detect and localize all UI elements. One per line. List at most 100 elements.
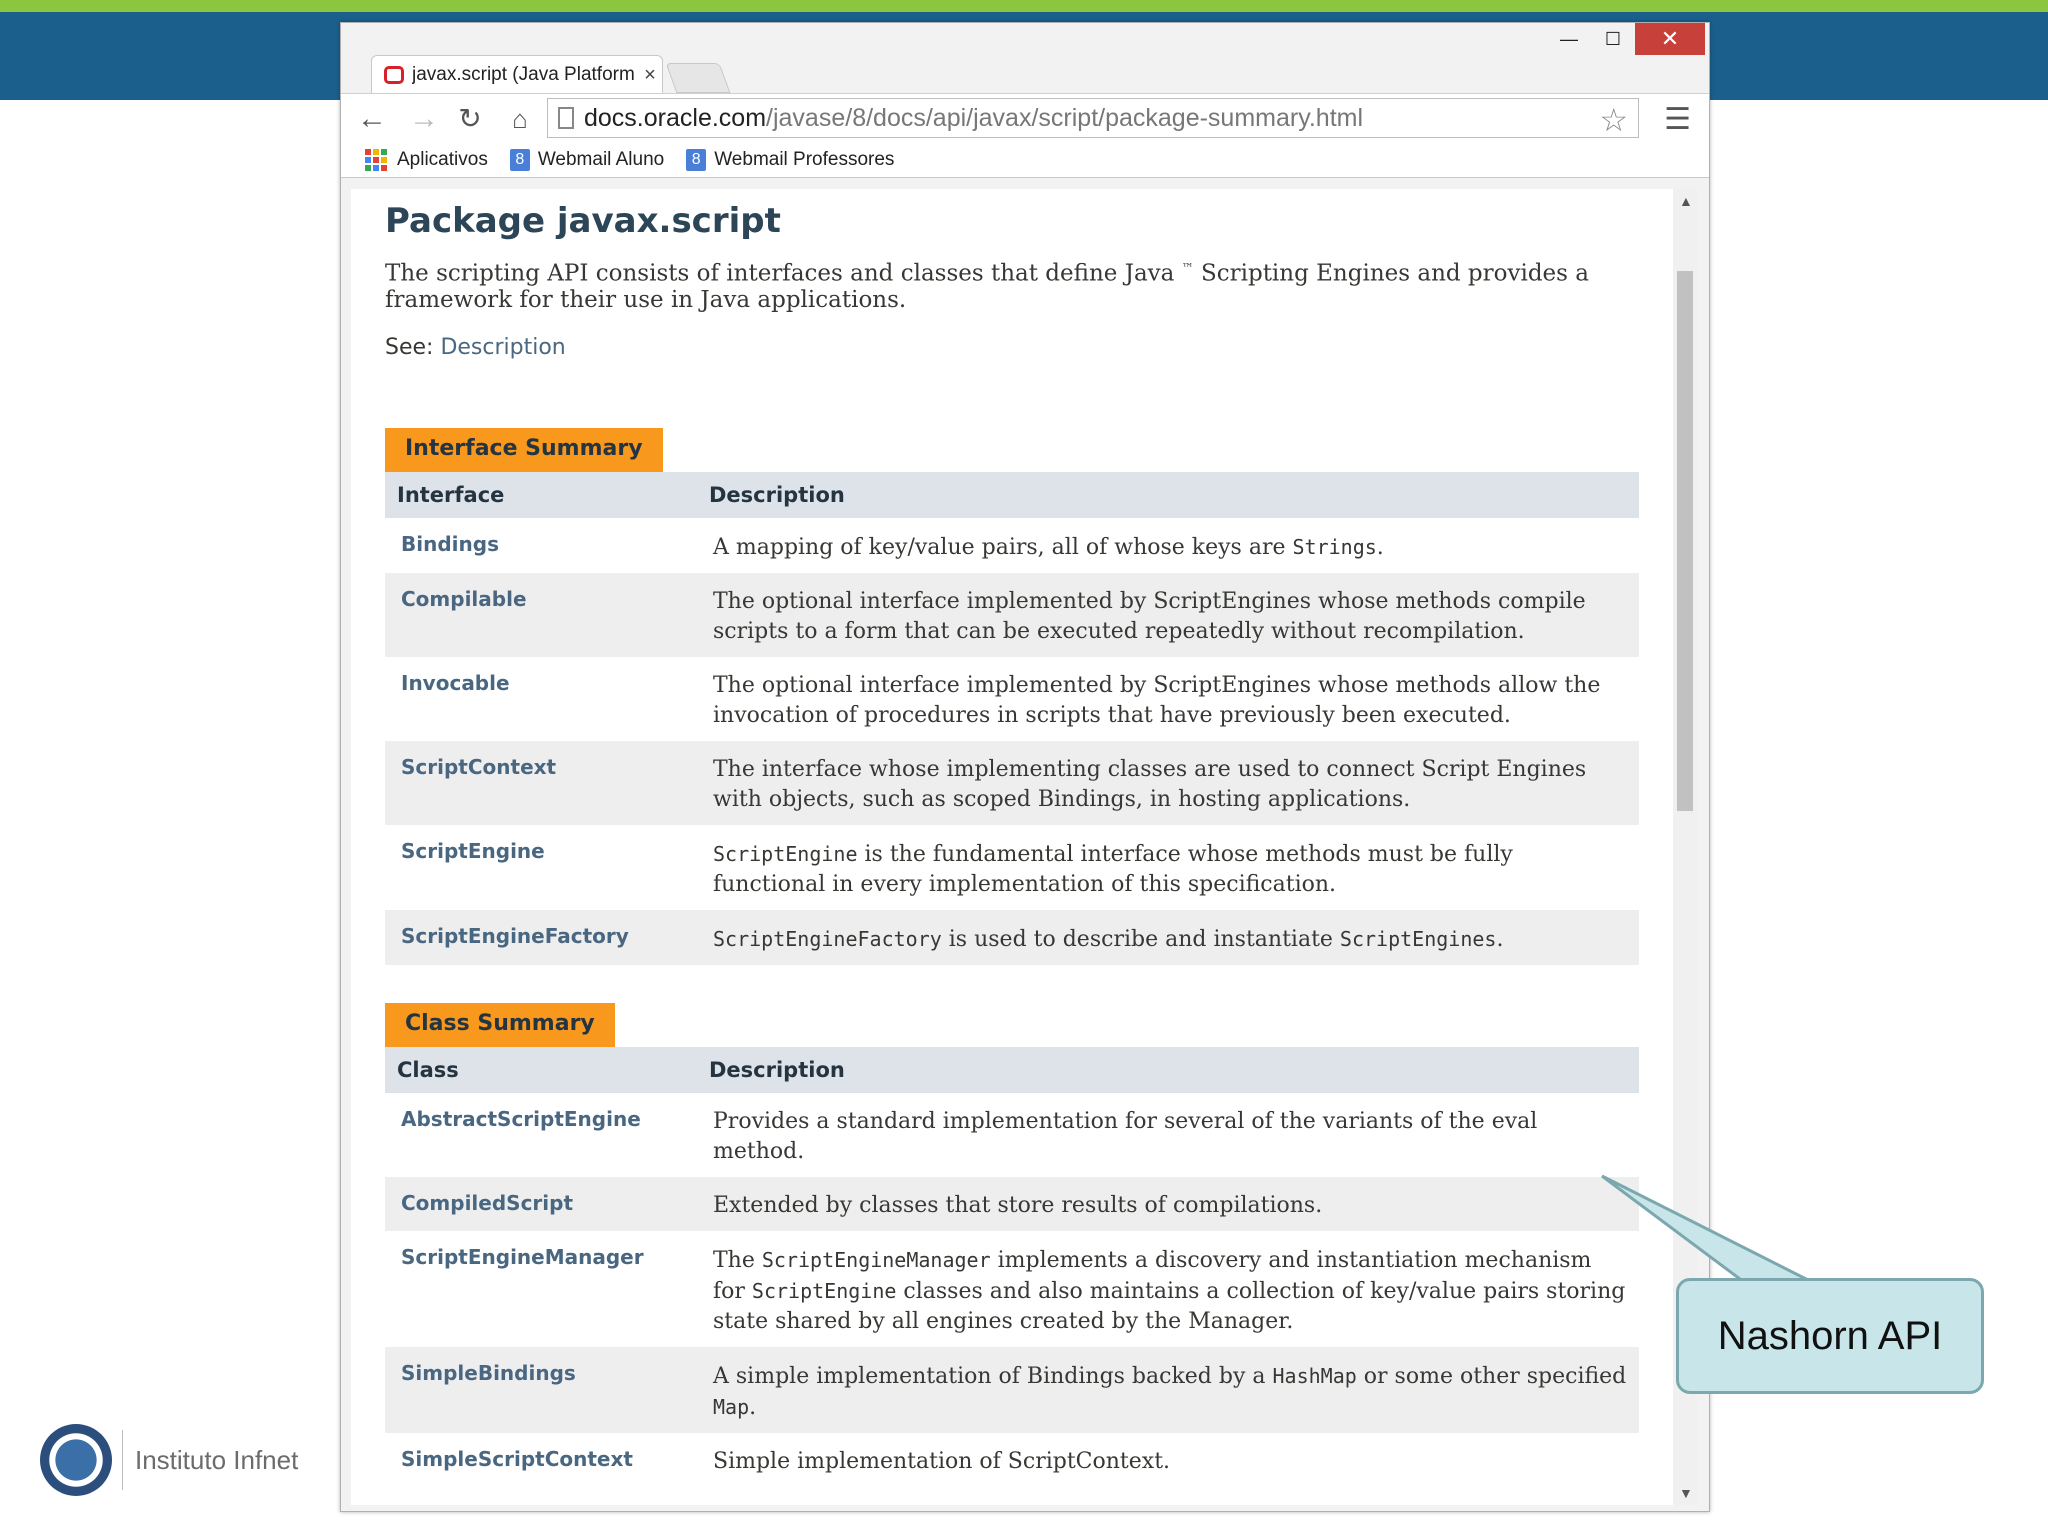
slide-top-stripe (0, 0, 2048, 12)
see-label: See: (385, 334, 441, 360)
scroll-down-icon[interactable]: ▼ (1679, 1485, 1693, 1501)
desc-text: or some other specified (1356, 1363, 1627, 1389)
column-header: Class (385, 1046, 697, 1093)
table-row: SimpleBindings A simple implementation o… (385, 1346, 1639, 1433)
interface-summary-table: Interface Description Bindings A mapping… (385, 471, 1639, 965)
description-link[interactable]: Description (440, 335, 565, 360)
row-description: The ScriptEngineManager implements a dis… (697, 1231, 1639, 1347)
class-link[interactable]: ScriptEngineManager (385, 1231, 697, 1347)
row-description: The optional interface implemented by Sc… (713, 672, 1601, 728)
code-text: ScriptEngines (1339, 926, 1497, 951)
code-text: ScriptEngineFactory (713, 926, 942, 951)
table-row: ScriptEngineManager The ScriptEngineMana… (385, 1231, 1639, 1347)
page-icon (558, 107, 574, 129)
code-text: Map (713, 1394, 750, 1419)
table-row: AbstractScriptEngine Provides a standard… (385, 1093, 1639, 1177)
desc-text: The (713, 1247, 762, 1273)
bookmarks-bar: Aplicativos 8 Webmail Aluno 8 Webmail Pr… (341, 143, 1709, 178)
home-icon[interactable]: ⌂ (503, 104, 537, 134)
tab-title: javax.script (Java Platform (412, 64, 635, 85)
row-description: Simple implementation of ScriptContext. (713, 1448, 1171, 1474)
interface-link[interactable]: ScriptContext (385, 740, 697, 825)
table-row: Compilable The optional interface implem… (385, 572, 1639, 657)
table-row: SimpleScriptContext Simple implementatio… (385, 1433, 1639, 1487)
address-bar[interactable]: docs.oracle.com/javase/8/docs/api/javax/… (547, 98, 1639, 138)
desc-text: A mapping of key/value pairs, all of who… (713, 534, 1293, 560)
institute-logo: Instituto Infnet (40, 1424, 298, 1496)
back-arrow-icon[interactable]: ← (355, 104, 389, 134)
new-tab-button[interactable] (665, 63, 731, 93)
bookmark-star-icon[interactable]: ☆ (1599, 101, 1628, 139)
row-description: A simple implementation of Bindings back… (697, 1346, 1639, 1433)
row-description: Extended by classes that store results o… (697, 1176, 1639, 1231)
code-text: ScriptEngineManager (761, 1247, 991, 1272)
package-description: The scripting API consists of interfaces… (385, 255, 1645, 313)
scroll-up-icon[interactable]: ▲ (1679, 193, 1693, 209)
page-content: Package javax.script The scripting API c… (385, 189, 1645, 1487)
trademark: ™ (1181, 261, 1194, 275)
row-description: Provides a standard implementation for s… (713, 1108, 1538, 1164)
browser-toolbar: ← → ↻ ⌂ docs.oracle.com/javase/8/docs/ap… (341, 93, 1709, 144)
class-summary-caption: Class Summary (385, 1002, 615, 1047)
desc-text: . (1376, 534, 1384, 560)
table-row: Bindings A mapping of key/value pairs, a… (385, 518, 1639, 573)
table-header-row: Interface Description (385, 471, 1639, 518)
interface-link[interactable]: Bindings (385, 518, 697, 573)
class-link[interactable]: CompiledScript (385, 1176, 697, 1231)
row-description: The optional interface implemented by Sc… (697, 572, 1639, 657)
scrollbar-thumb[interactable] (1677, 271, 1693, 811)
bookmark-label: Webmail Aluno (537, 149, 665, 170)
table-row: Invocable The optional interface impleme… (385, 657, 1639, 741)
desc-text: . (749, 1394, 757, 1420)
intro-text: The scripting API consists of interfaces… (385, 260, 1182, 287)
bookmark-webmail-aluno[interactable]: 8 Webmail Aluno (509, 149, 665, 171)
interface-link[interactable]: ScriptEngine (385, 825, 697, 910)
browser-tab[interactable]: javax.script (Java Platform × (371, 55, 663, 94)
class-summary: Class Summary Class Description Abstract… (385, 1002, 1645, 1487)
minimize-button[interactable]: — (1547, 23, 1591, 55)
bookmark-label: Aplicativos (397, 149, 488, 170)
class-link[interactable]: AbstractScriptEngine (385, 1093, 697, 1177)
see-line: See: Description (385, 335, 1645, 360)
interface-link[interactable]: Compilable (385, 572, 697, 657)
desc-text: A simple implementation of Bindings back… (713, 1363, 1273, 1389)
google-sites-icon: 8 (509, 149, 530, 171)
table-row: ScriptEngineFactory ScriptEngineFactory … (385, 909, 1639, 965)
logo-text: Instituto Infnet (135, 1444, 299, 1475)
bookmark-apps[interactable]: Aplicativos (365, 149, 488, 171)
tab-close-icon[interactable]: × (638, 64, 662, 87)
close-window-button[interactable]: ✕ (1635, 23, 1705, 55)
bookmark-webmail-professores[interactable]: 8 Webmail Professores (686, 149, 894, 171)
apps-grid-icon (365, 149, 387, 171)
bookmark-label: Webmail Professores (714, 149, 895, 170)
column-header: Description (697, 471, 1639, 518)
url-path: /javase/8/docs/api/javax/script/package-… (766, 103, 1364, 132)
desc-text: is used to describe and instantiate (941, 926, 1340, 952)
browser-window: — ☐ ✕ javax.script (Java Platform × ← → … (340, 22, 1710, 1512)
class-link[interactable]: SimpleBindings (385, 1346, 697, 1433)
row-description: ScriptEngine is the fundamental interfac… (697, 825, 1639, 910)
desc-text: . (1496, 926, 1504, 952)
google-sites-icon: 8 (686, 149, 707, 171)
menu-hamburger-icon[interactable]: ☰ (1664, 102, 1691, 137)
maximize-button[interactable]: ☐ (1591, 23, 1635, 55)
oracle-favicon-icon (384, 66, 404, 84)
code-text: Strings (1292, 534, 1377, 559)
page-title: Package javax.script (385, 201, 781, 241)
class-summary-table: Class Description AbstractScriptEngine P… (385, 1046, 1639, 1487)
interface-summary: Interface Summary Interface Description … (385, 427, 1645, 965)
interface-link[interactable]: Invocable (385, 657, 697, 741)
interface-link[interactable]: ScriptEngineFactory (385, 909, 697, 965)
logo-divider (122, 1430, 123, 1490)
table-row: ScriptContext The interface whose implem… (385, 740, 1639, 825)
code-text: HashMap (1272, 1363, 1357, 1388)
table-header-row: Class Description (385, 1046, 1639, 1093)
institute-seal-icon (40, 1424, 112, 1496)
reload-icon[interactable]: ↻ (453, 104, 487, 134)
nashorn-callout: Nashorn API (1676, 1278, 1984, 1394)
column-header: Interface (385, 471, 697, 518)
forward-arrow-icon[interactable]: → (407, 104, 441, 134)
class-link[interactable]: SimpleScriptContext (385, 1433, 697, 1487)
code-text: ScriptEngine (751, 1278, 897, 1303)
code-text: ScriptEngine (713, 841, 858, 866)
